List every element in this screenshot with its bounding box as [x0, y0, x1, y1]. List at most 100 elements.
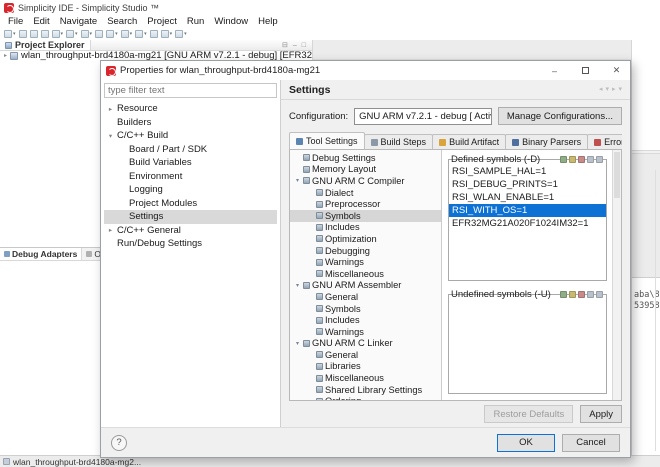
- tree-expander-icon[interactable]: [4, 51, 7, 61]
- nav-logging[interactable]: Logging: [104, 183, 277, 197]
- symbol-list-item[interactable]: RSI_WITH_OS=1: [449, 204, 606, 217]
- vertical-scrollbar[interactable]: [612, 150, 621, 400]
- tool-tree-item[interactable]: Symbols: [290, 210, 441, 222]
- build-icon[interactable]: [41, 30, 49, 38]
- menu-item[interactable]: Run: [182, 16, 209, 27]
- forward-icon[interactable]: [175, 30, 187, 38]
- debug-icon[interactable]: [52, 30, 64, 38]
- menu-item[interactable]: File: [3, 16, 28, 27]
- tool-tree-item[interactable]: Includes: [290, 314, 441, 326]
- back-menu-icon[interactable]: [605, 86, 609, 93]
- save-icon[interactable]: [19, 30, 27, 38]
- tab-tool-settings[interactable]: Tool Settings: [289, 132, 365, 149]
- minimize-view-icon[interactable]: [293, 42, 297, 49]
- dropdown-caret-icon[interactable]: [144, 32, 147, 37]
- tool-tree-item[interactable]: ▾ GNU ARM C Compiler: [290, 175, 441, 187]
- edit-symbol-icon[interactable]: [569, 291, 576, 298]
- dialog-minimize-icon[interactable]: [541, 61, 568, 80]
- tab-binary-parsers[interactable]: Binary Parsers: [505, 134, 588, 149]
- tool-tree-item[interactable]: Miscellaneous: [290, 268, 441, 280]
- menu-item[interactable]: Window: [209, 16, 253, 27]
- external-tools-icon[interactable]: [106, 30, 118, 38]
- tool-tree-item[interactable]: Includes: [290, 222, 441, 234]
- symbol-list-item[interactable]: RSI_WLAN_ENABLE=1: [449, 191, 606, 204]
- add-symbol-icon[interactable]: [560, 291, 567, 298]
- project-explorer-tab[interactable]: Project Explorer: [0, 40, 91, 50]
- menu-item[interactable]: Project: [142, 16, 182, 27]
- save-all-icon[interactable]: [30, 30, 38, 38]
- cancel-button[interactable]: Cancel: [562, 434, 620, 452]
- next-annotation-icon[interactable]: [121, 30, 133, 38]
- nav-run-debug-settings[interactable]: Run/Debug Settings: [104, 237, 277, 251]
- tool-tree-item[interactable]: Memory Layout: [290, 164, 441, 176]
- tab-build-steps[interactable]: Build Steps: [364, 134, 434, 149]
- last-edit-location-icon[interactable]: [150, 30, 158, 38]
- configuration-select[interactable]: GNU ARM v7.2.1 - debug [ Active ]: [354, 108, 492, 125]
- move-up-icon[interactable]: [587, 291, 594, 298]
- tab-debug-adapters[interactable]: Debug Adapters: [0, 248, 82, 260]
- dropdown-caret-icon[interactable]: [115, 32, 118, 37]
- move-up-icon[interactable]: [587, 156, 594, 163]
- tool-tree-item[interactable]: ▾ GNU ARM Assembler: [290, 280, 441, 292]
- tree-expander-icon[interactable]: ▾: [294, 177, 301, 184]
- symbol-list-item[interactable]: EFR32MG21A020F1024IM32=1: [449, 217, 606, 230]
- ok-button[interactable]: OK: [497, 434, 555, 452]
- forward-menu-icon[interactable]: [618, 86, 622, 93]
- menu-item[interactable]: Navigate: [55, 16, 103, 27]
- dialog-maximize-icon[interactable]: [572, 61, 599, 80]
- manage-configurations-button[interactable]: Manage Configurations...: [498, 107, 622, 125]
- run-icon[interactable]: [66, 30, 78, 38]
- flash-programmer-icon[interactable]: [81, 30, 93, 38]
- delete-symbol-icon[interactable]: [578, 291, 585, 298]
- tool-tree-item[interactable]: Miscellaneous: [290, 372, 441, 384]
- dialog-close-icon[interactable]: [603, 61, 630, 80]
- edit-symbol-icon[interactable]: [569, 156, 576, 163]
- restore-defaults-button[interactable]: Restore Defaults: [484, 405, 573, 423]
- dropdown-caret-icon[interactable]: [13, 32, 16, 37]
- tree-expander-icon[interactable]: ▾: [294, 340, 301, 347]
- nav-cpp-build[interactable]: ▾ C/C++ Build: [104, 129, 277, 143]
- tool-tree-item[interactable]: Dialect: [290, 187, 441, 199]
- dropdown-caret-icon[interactable]: [61, 32, 64, 37]
- nav-environment[interactable]: Environment: [104, 170, 277, 184]
- menu-item[interactable]: Edit: [28, 16, 54, 27]
- back-icon[interactable]: [161, 30, 173, 38]
- dropdown-caret-icon[interactable]: [90, 32, 93, 37]
- tool-tree-item[interactable]: Debug Settings: [290, 152, 441, 164]
- tool-tree-item[interactable]: General: [290, 349, 441, 361]
- dropdown-caret-icon[interactable]: [75, 32, 78, 37]
- help-button[interactable]: ?: [111, 435, 127, 451]
- tool-tree-item[interactable]: Warnings: [290, 256, 441, 268]
- tool-tree-item[interactable]: Libraries: [290, 361, 441, 373]
- forward-icon[interactable]: [612, 86, 616, 93]
- tree-expander-icon[interactable]: ▾: [106, 132, 115, 140]
- previous-annotation-icon[interactable]: [135, 30, 147, 38]
- menu-item[interactable]: Help: [253, 16, 283, 27]
- move-down-icon[interactable]: [596, 291, 603, 298]
- collapse-all-icon[interactable]: [282, 42, 288, 49]
- tree-expander-icon[interactable]: ▸: [106, 105, 115, 113]
- delete-symbol-icon[interactable]: [578, 156, 585, 163]
- nav-board-part-sdk[interactable]: Board / Part / SDK: [104, 143, 277, 157]
- search-icon[interactable]: [95, 30, 103, 38]
- symbol-list-item[interactable]: RSI_SAMPLE_HAL=1: [449, 165, 606, 178]
- back-icon[interactable]: [599, 86, 603, 93]
- nav-project-modules[interactable]: Project Modules: [104, 197, 277, 211]
- move-down-icon[interactable]: [596, 156, 603, 163]
- dropdown-caret-icon[interactable]: [170, 32, 173, 37]
- dropdown-caret-icon[interactable]: [184, 32, 187, 37]
- new-wizard-icon[interactable]: [4, 30, 16, 38]
- tool-tree-item[interactable]: Preprocessor: [290, 198, 441, 210]
- tree-expander-icon[interactable]: ▾: [294, 282, 301, 289]
- tool-tree-item[interactable]: Symbols: [290, 303, 441, 315]
- tool-tree-item[interactable]: Warnings: [290, 326, 441, 338]
- tab-build-artifact[interactable]: Build Artifact: [432, 134, 506, 149]
- scrollbar-thumb[interactable]: [614, 152, 620, 198]
- nav-cpp-general[interactable]: ▸ C/C++ General: [104, 224, 277, 238]
- tool-tree-item[interactable]: Debugging: [290, 245, 441, 257]
- tab-error-parsers[interactable]: Error Parsers: [587, 134, 622, 149]
- dropdown-caret-icon[interactable]: [130, 32, 133, 37]
- nav-builders[interactable]: Builders: [104, 116, 277, 130]
- apply-button[interactable]: Apply: [580, 405, 622, 423]
- filter-input[interactable]: [104, 83, 277, 98]
